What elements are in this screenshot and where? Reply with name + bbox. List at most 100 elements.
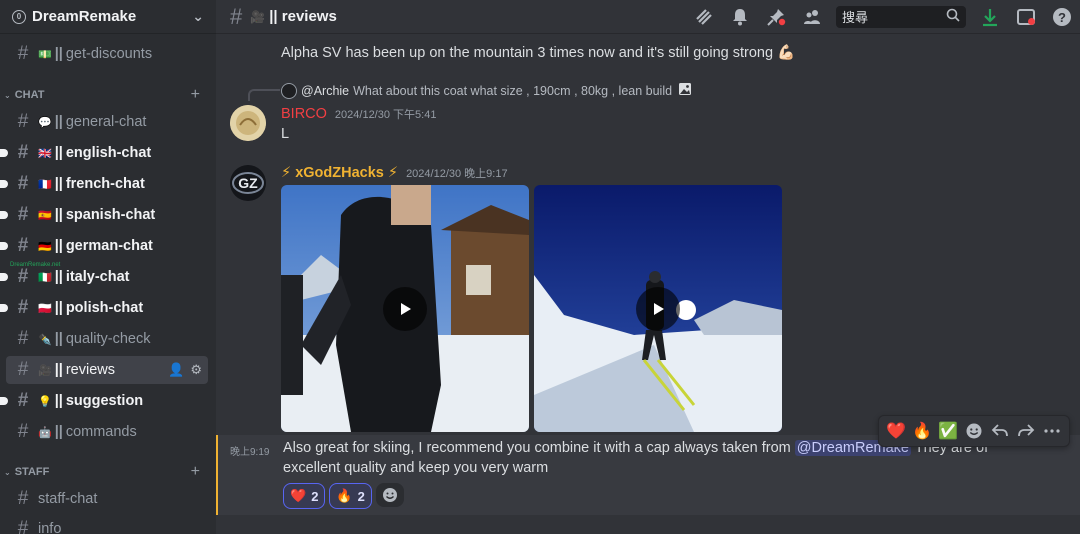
svg-text:GZ: GZ (238, 175, 258, 191)
svg-text:?: ? (1058, 10, 1066, 25)
server-name: DreamRemake (32, 8, 137, 25)
members-icon[interactable] (800, 5, 824, 29)
quick-react-fire[interactable]: 🔥 (909, 418, 935, 444)
search-placeholder: 搜尋 (842, 10, 869, 25)
channel-separator: || (54, 424, 63, 440)
unread-indicator (0, 149, 8, 157)
timestamp: 2024/12/30 下午5:41 (334, 109, 437, 121)
reply-mention[interactable]: @Archie (301, 84, 349, 98)
channel-emoji: 🇵🇱 (38, 302, 52, 315)
hash-icon: # (17, 518, 29, 534)
message-text-part: Also great for skiing, I recommend you c… (283, 440, 795, 456)
channel-label: italy-chat (65, 269, 130, 285)
channel-english-chat[interactable]: # 🇬🇧 || english-chat (0, 139, 208, 167)
channel-separator: || (54, 331, 63, 347)
unread-indicator (0, 242, 8, 250)
quick-react-check[interactable]: ✅ (935, 418, 961, 444)
hash-icon: # (17, 204, 29, 225)
add-member-icon[interactable]: 👤 (168, 362, 184, 378)
channel-separator: || (54, 176, 63, 192)
play-icon[interactable] (636, 286, 680, 331)
gear-icon[interactable]: ⚙ (190, 362, 202, 378)
quick-react-heart[interactable]: ❤️ (883, 418, 909, 444)
channel-general-chat[interactable]: # 💬 || general-chat (6, 108, 208, 136)
hash-icon: # (17, 173, 29, 194)
add-reaction-icon[interactable] (961, 418, 987, 444)
channel-actions: 👤 ⚙ (168, 362, 202, 378)
channel-reviews[interactable]: # 🎥 || reviews 👤 ⚙ (6, 356, 208, 384)
unread-indicator (0, 180, 8, 188)
search-input[interactable]: 搜尋 (836, 5, 966, 28)
channel-label: french-chat (65, 176, 145, 192)
unread-indicator (0, 211, 8, 219)
add-channel-icon[interactable]: + (191, 463, 200, 481)
highlighted-message[interactable]: 晚上9:19 Also great for skiing, I recommen… (216, 435, 1080, 515)
channel-suggestion[interactable]: # 💡 || suggestion (0, 387, 208, 415)
pin-icon[interactable] (764, 5, 788, 29)
forward-icon[interactable] (1013, 418, 1039, 444)
channel-label: quality-check (65, 331, 151, 347)
unread-indicator (0, 304, 8, 312)
username[interactable]: BIRCO (281, 106, 327, 122)
video-attachment[interactable] (534, 185, 782, 432)
chevron-down-icon: ⌄ (4, 90, 11, 100)
category-label: STAFF (14, 466, 50, 478)
category-chat[interactable]: ⌄ CHAT + (0, 86, 216, 104)
channel-label: polish-chat (65, 300, 144, 316)
chevron-down-icon[interactable]: ⌄ (192, 8, 204, 25)
image-icon (678, 82, 692, 99)
channel-separator: || (54, 300, 63, 316)
hash-icon: # (17, 43, 29, 64)
download-icon[interactable] (978, 5, 1002, 29)
channel-polish-chat[interactable]: # 🇵🇱 || polish-chat (0, 294, 208, 322)
channel-separator: || (54, 114, 63, 130)
channel-info[interactable]: # info (6, 515, 208, 534)
video-attachment[interactable] (281, 185, 529, 432)
unread-indicator (0, 397, 8, 405)
more-options-icon[interactable] (1039, 418, 1065, 444)
bell-icon[interactable] (728, 5, 752, 29)
message-hover-toolbar: ❤️ 🔥 ✅ (878, 415, 1070, 447)
channel-emoji: 🇩🇪 (38, 240, 52, 253)
threads-icon[interactable] (692, 5, 716, 29)
channel-french-chat[interactable]: # 🇫🇷 || french-chat (0, 170, 208, 198)
message-header: BIRCO 2024/12/30 下午5:41 (281, 106, 436, 122)
reply-icon[interactable] (987, 418, 1013, 444)
reply-preview[interactable]: @Archie What about this coat what size ,… (281, 82, 692, 99)
avatar[interactable]: GZ (230, 165, 266, 201)
search-icon (946, 8, 960, 25)
channel-emoji: 🎥 (250, 9, 266, 24)
channel-title: || reviews (269, 8, 337, 25)
avatar[interactable] (230, 105, 266, 141)
channel-quality-check[interactable]: # ✒️ || quality-check (6, 325, 208, 353)
category-staff[interactable]: ⌄ STAFF + (0, 463, 216, 481)
reaction-fire[interactable]: 🔥 2 (329, 483, 372, 509)
channel-emoji: 🇫🇷 (38, 178, 52, 191)
channel-commands[interactable]: # 🤖 || commands (6, 418, 208, 446)
hash-icon: # (17, 111, 29, 132)
username[interactable]: ⚡ xGodZHacks ⚡ (281, 165, 398, 181)
channel-german-chat[interactable]: # 🇩🇪 || german-chat (0, 232, 208, 260)
play-icon[interactable] (383, 286, 427, 331)
channel-label: info (38, 521, 62, 534)
channel-spanish-chat[interactable]: # 🇪🇸 || spanish-chat (0, 201, 208, 229)
watermark-text: DreamRemake.net (10, 262, 61, 268)
hash-icon: # (17, 328, 29, 349)
channel-emoji: 🤖 (38, 426, 52, 439)
unread-indicator (0, 273, 8, 281)
reaction-count: 2 (311, 488, 319, 504)
inbox-icon[interactable] (1014, 5, 1038, 29)
help-icon[interactable]: ? (1050, 5, 1074, 29)
server-header[interactable]: 0 DreamRemake ⌄ (0, 0, 216, 33)
channel-get-discounts[interactable]: # 💵 || get-discounts (6, 40, 208, 68)
add-reaction-button[interactable] (375, 483, 404, 507)
hash-icon: # (230, 3, 243, 29)
reaction-heart[interactable]: ❤️ 2 (283, 483, 326, 509)
reaction-bar: ❤️ 2 🔥 2 (283, 483, 404, 509)
hash-icon: # (17, 297, 29, 318)
add-channel-icon[interactable]: + (191, 86, 200, 104)
channel-label: staff-chat (38, 491, 98, 507)
message-list: Alpha SV has been up on the mountain 3 t… (216, 33, 1080, 534)
channel-staff-chat[interactable]: # staff-chat (6, 485, 208, 513)
hash-icon: # (17, 266, 29, 287)
